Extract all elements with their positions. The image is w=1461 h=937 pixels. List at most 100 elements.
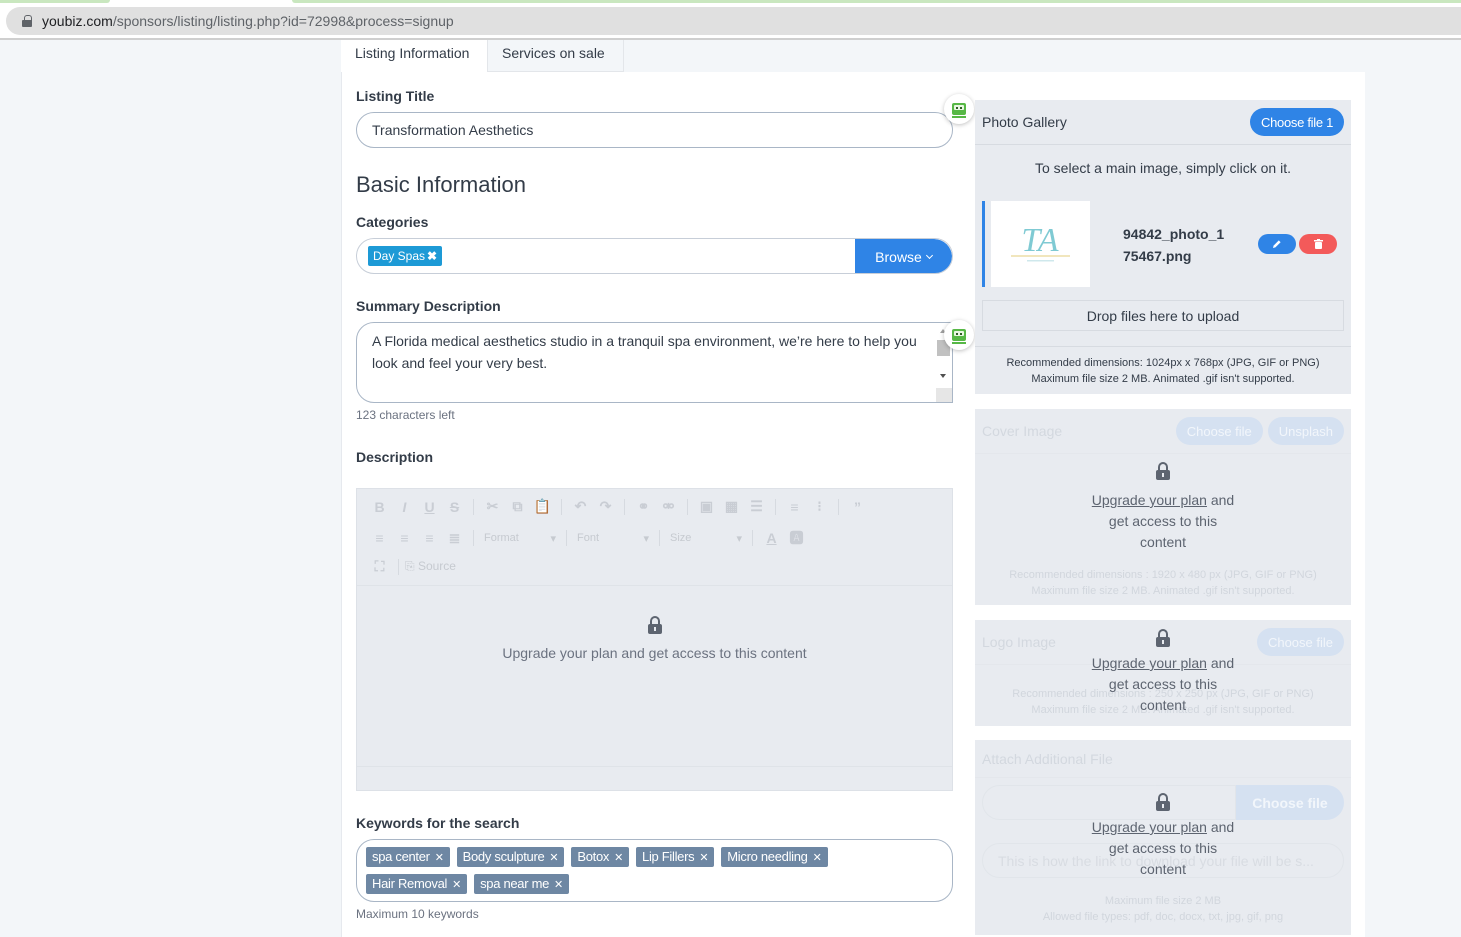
attach-upgrade-overlay: Upgrade your plan and get access to this… (975, 793, 1351, 880)
toolbar-separator (473, 530, 474, 546)
summary-char-counter: 123 characters left (356, 408, 455, 422)
numbered-list-icon: ≡ (790, 498, 799, 515)
description-editor: B I U S ✂ ⧉ 📋 ↶ ↷ ⚭ ⚮ ▣ ▦ ☰ ≡ ⁝ ” ≡ ≡ ≡ … (356, 488, 953, 791)
allowed-file-types: Allowed file types: pdf, doc, docx, txt,… (1042, 911, 1284, 923)
copy-icon: ⧉ (512, 498, 523, 514)
upgrade-plan-link[interactable]: Upgrade your plan (1092, 492, 1207, 508)
editor-locked-overlay: Upgrade your plan and get access to this… (357, 616, 952, 661)
logo-upgrade-overlay: Upgrade your plan and get access to this… (975, 629, 1351, 716)
upgrade-text: content (1140, 534, 1186, 550)
toolbar-separator (659, 530, 660, 546)
gallery-item[interactable]: TA 94842_photo_1 75467.png (982, 201, 1344, 287)
delete-image-button[interactable] (1299, 234, 1337, 254)
justify-icon: ≣ (448, 529, 461, 546)
keyword-label: Micro needling (727, 849, 808, 864)
upgrade-text: get access to this (1108, 676, 1218, 692)
edit-image-button[interactable] (1258, 234, 1296, 254)
tab-listing-information[interactable]: Listing Information (341, 40, 487, 72)
main-image-indicator (982, 201, 985, 287)
keyword-chip: Hair Removal ✕ (366, 874, 468, 894)
scroll-down-arrow-icon[interactable] (940, 374, 946, 378)
logo-image-panel: Logo Image Choose file Recommended dimen… (975, 620, 1351, 726)
remove-category-icon[interactable]: ✖ (427, 249, 437, 263)
chrome-divider (0, 38, 1461, 40)
source-button: ⎘ Source (405, 559, 456, 573)
table-icon: ▦ (724, 498, 739, 514)
keyword-label: Hair Removal (372, 876, 448, 891)
keyword-chip: Micro needling ✕ (721, 847, 828, 867)
attach-file-title: Attach Additional File (982, 750, 1113, 767)
tab-services-on-sale[interactable]: Services on sale (487, 40, 624, 72)
secure-lock-icon[interactable] (22, 15, 32, 27)
browse-label: Browse (875, 249, 922, 265)
url-field[interactable]: youbiz.com/sponsors/listing/listing.php?… (6, 7, 1461, 35)
bold-icon: B (374, 498, 385, 515)
url-path: /sponsors/listing/listing.php?id=72998&p… (112, 13, 454, 29)
summary-description-label: Summary Description (356, 298, 501, 314)
roboform-icon[interactable] (944, 320, 974, 350)
remove-keyword-icon[interactable]: ✕ (614, 852, 623, 864)
keywords-hint: Maximum 10 keywords (356, 907, 479, 921)
keywords-input[interactable]: spa center ✕ Body sculpture ✕ Botox ✕ Lip F… (356, 839, 953, 902)
align-left-icon: ≡ (375, 530, 384, 546)
pencil-icon (1273, 240, 1281, 248)
description-label: Description (356, 449, 434, 465)
summary-description-textarea[interactable]: A Florida medical aesthetics studio in a… (356, 322, 953, 403)
remove-keyword-icon[interactable]: ✕ (452, 879, 461, 891)
remove-keyword-icon[interactable]: ✕ (554, 879, 563, 891)
listing-title-input[interactable]: Transformation Aesthetics (356, 112, 953, 148)
upgrade-plan-link[interactable]: Upgrade your plan (1092, 819, 1207, 835)
resize-handle[interactable] (936, 388, 952, 402)
chevron-down-icon (925, 251, 933, 259)
cover-upgrade-overlay: Upgrade your plan and get access to this… (975, 462, 1351, 553)
recommended-dimensions: Recommended dimensions : 1920 x 480 px (… (1009, 569, 1317, 581)
horizontal-rule-icon: ☰ (750, 498, 763, 514)
photo-gallery-title: Photo Gallery (982, 114, 1067, 130)
underline-icon: U (424, 498, 435, 515)
keyword-row: spa center ✕ Body sculpture ✕ Botox ✕ Lip F… (366, 847, 952, 867)
tab-indicator-left (0, 0, 110, 3)
attach-file-panel: Attach Additional File Choose file This … (975, 740, 1351, 935)
browse-categories-button[interactable]: Browse (855, 239, 952, 273)
toolbar-separator (838, 498, 839, 515)
keyword-label: Lip Fillers (642, 849, 695, 864)
lock-icon (1156, 629, 1170, 647)
cover-requirements: Recommended dimensions : 1920 x 480 px (… (975, 567, 1351, 599)
upgrade-text: content (1140, 697, 1186, 713)
photo-gallery-header: Photo Gallery Choose file 1 (975, 100, 1351, 145)
blockquote-icon: ” (854, 498, 861, 515)
unsplash-button: Unsplash (1267, 417, 1344, 445)
strikethrough-icon: S (449, 498, 460, 515)
toolbar-separator (752, 530, 753, 546)
upgrade-text: and (1206, 819, 1235, 835)
categories-label: Categories (356, 214, 429, 230)
file-name-line: 94842_photo_1 (1123, 226, 1225, 242)
upgrade-text: content (1140, 861, 1186, 877)
listing-tabs: Listing Information Services on sale (341, 40, 624, 72)
remove-keyword-icon[interactable]: ✕ (435, 852, 444, 864)
file-name-line: 75467.png (1123, 248, 1192, 264)
editor-footer (357, 766, 952, 790)
keyword-label: Botox (577, 849, 610, 864)
roboform-icon[interactable] (944, 94, 974, 124)
editor-upgrade-message: Upgrade your plan and get access to this… (502, 645, 807, 661)
address-bar: youbiz.com/sponsors/listing/listing.php?… (0, 4, 1461, 38)
gallery-thumbnail[interactable]: TA (991, 201, 1090, 287)
categories-field[interactable]: Day Spas ✖ Browse (356, 238, 953, 274)
choose-file-button[interactable]: Choose file 1 (1250, 108, 1344, 136)
caret-down-icon: ▾ (736, 532, 742, 545)
upgrade-plan-link[interactable]: Upgrade your plan (1092, 655, 1207, 671)
svg-text:TA: TA (1021, 222, 1058, 259)
attach-requirements: Maximum file size 2 MB Allowed file type… (975, 893, 1351, 925)
remove-keyword-icon[interactable]: ✕ (549, 852, 558, 864)
toolbar-separator (624, 498, 625, 515)
photo-gallery-requirements: Recommended dimensions: 1024px x 768px (… (975, 346, 1351, 393)
remove-keyword-icon[interactable]: ✕ (699, 852, 708, 864)
drop-files-zone[interactable]: Drop files here to upload (982, 300, 1344, 331)
url-text[interactable]: youbiz.com/sponsors/listing/listing.php?… (42, 13, 454, 29)
remove-keyword-icon[interactable]: ✕ (813, 852, 822, 864)
toolbar-separator (775, 498, 776, 515)
size-dropdown: Size ▾ (666, 532, 746, 545)
paste-icon: 📋 (533, 498, 552, 514)
keyword-label: Body sculpture (462, 849, 545, 864)
